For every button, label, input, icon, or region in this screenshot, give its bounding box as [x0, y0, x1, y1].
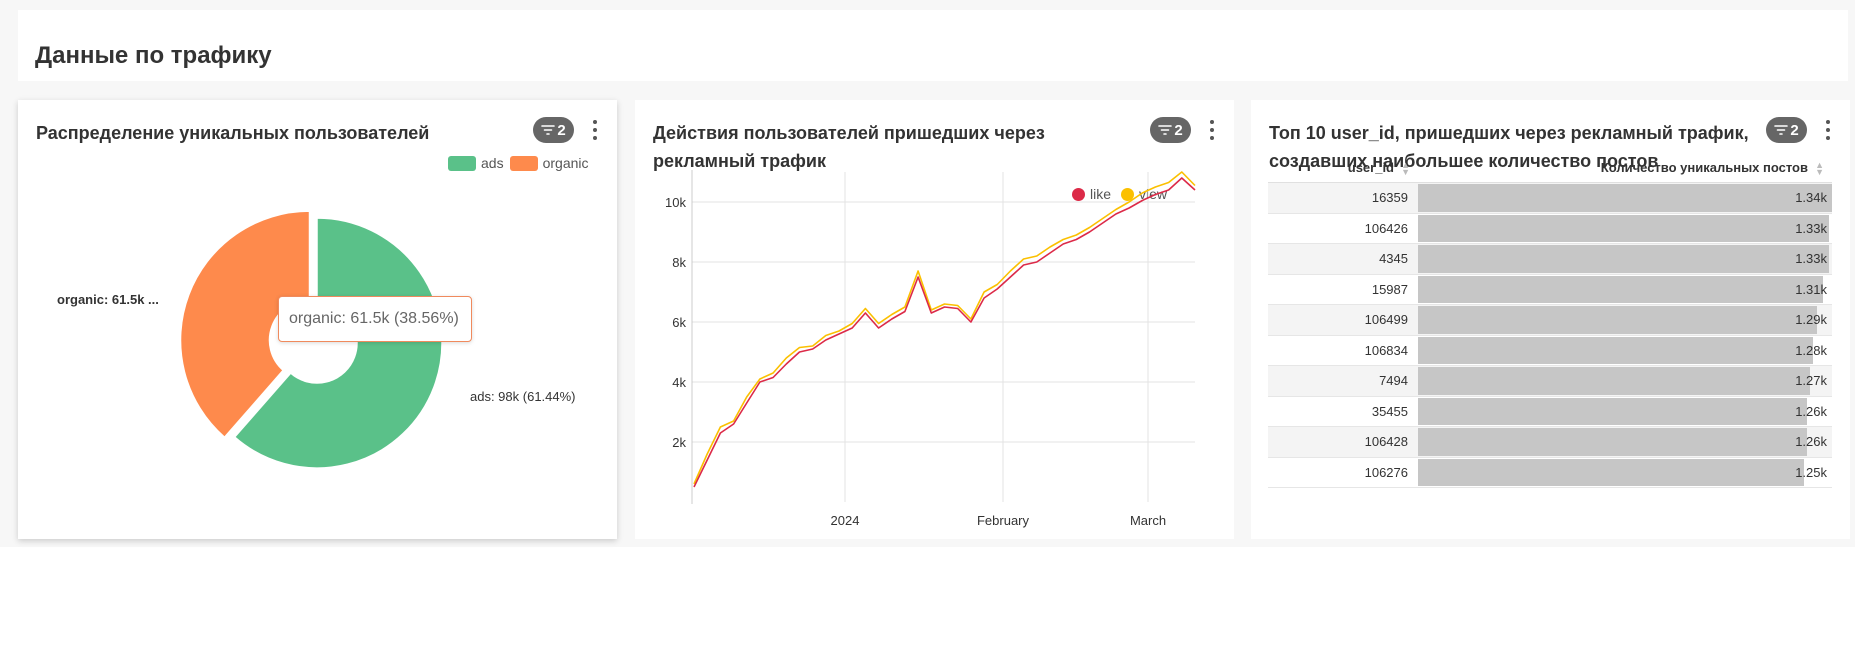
table-row[interactable]: 35455 1.26k	[1268, 397, 1832, 427]
x-tick-label: 2024	[831, 513, 860, 528]
sort-icon[interactable]: ▲ ▼	[1815, 161, 1824, 177]
cell-user-id: 106276	[1364, 464, 1408, 480]
y-tick-label: 6k	[672, 315, 686, 330]
posts-value: 1.26k	[1795, 403, 1827, 419]
table-row[interactable]: 15987 1.31k	[1268, 275, 1832, 305]
table-row[interactable]: 106834 1.28k	[1268, 336, 1832, 366]
posts-value: 1.31k	[1795, 281, 1827, 297]
cell-user-id: 106834	[1364, 342, 1408, 358]
posts-bar	[1418, 306, 1817, 334]
filter-badge[interactable]: 2	[1766, 117, 1807, 143]
column-header-posts[interactable]: Количество уникальных постов ▲ ▼	[1418, 160, 1832, 182]
cell-posts: 1.33k	[1418, 214, 1832, 244]
table-row[interactable]: 16359 1.34k	[1268, 183, 1832, 214]
cell-user-id: 15987	[1371, 281, 1408, 297]
cell-user-id: 35455	[1371, 403, 1408, 419]
cell-user-id: 7494	[1379, 373, 1408, 388]
table-row[interactable]: 106276 1.25k	[1268, 458, 1832, 488]
table-row[interactable]: 106428 1.26k	[1268, 427, 1832, 458]
cell-posts: 1.34k	[1418, 183, 1832, 213]
table-row[interactable]: 4345 1.33k	[1268, 244, 1832, 275]
cell-posts: 1.26k	[1418, 427, 1832, 457]
x-tick-label: March	[1130, 513, 1166, 528]
y-tick-label: 2k	[672, 435, 686, 450]
cell-user-id: 106428	[1364, 434, 1408, 449]
kebab-menu-icon[interactable]	[1823, 118, 1833, 142]
column-header-label: Количество уникальных постов	[1600, 160, 1808, 175]
cell-user-id: 16359	[1371, 190, 1408, 205]
table-row[interactable]: 106426 1.33k	[1268, 214, 1832, 244]
posts-value: 1.26k	[1795, 434, 1827, 449]
cell-posts: 1.25k	[1418, 458, 1832, 488]
posts-value: 1.33k	[1795, 251, 1827, 266]
posts-value: 1.25k	[1795, 464, 1827, 480]
posts-bar	[1418, 184, 1832, 212]
filter-count: 2	[1790, 121, 1799, 139]
series-line-like[interactable]	[693, 177, 1196, 488]
dashboard-header: Данные по трафику	[18, 10, 1848, 81]
x-tick-label: February	[977, 513, 1030, 528]
pie-chart-card: Распределение уникальных пользователей 2…	[18, 100, 617, 539]
posts-bar	[1418, 214, 1829, 242]
line-chart-card: Действия пользователей пришедших через р…	[635, 100, 1234, 539]
line-chart: 10k 8k 6k 4k 2k 2024 February March	[665, 170, 1196, 528]
posts-bar	[1418, 428, 1808, 456]
cell-user-id: 106426	[1364, 220, 1408, 236]
column-header-user-id[interactable]: user_id ▲ ▼	[1268, 160, 1418, 182]
posts-bar	[1418, 336, 1814, 364]
table-header: user_id ▲ ▼ Количество уникальных постов ▲ ▼	[1268, 160, 1832, 183]
pie-label-organic: organic: 61.5k ...	[57, 292, 159, 307]
table-chart-card: Топ 10 user_id, пришедших через рекламны…	[1251, 100, 1850, 539]
pie-label-ads: ads: 98k (61.44%)	[470, 389, 576, 404]
cell-user-id: 106499	[1364, 312, 1408, 327]
cell-user-id: 4345	[1379, 251, 1408, 266]
posts-value: 1.29k	[1795, 312, 1827, 327]
y-tick-label: 8k	[672, 255, 686, 270]
chart-tooltip: organic: 61.5k (38.56%)	[278, 296, 472, 342]
posts-bar	[1418, 458, 1805, 486]
posts-bar	[1418, 275, 1823, 303]
top-users-table: user_id ▲ ▼ Количество уникальных постов ▲ ▼…	[1268, 160, 1832, 488]
cell-posts: 1.31k	[1418, 275, 1832, 305]
table-row[interactable]: 106499 1.29k	[1268, 305, 1832, 336]
cell-posts: 1.26k	[1418, 397, 1832, 427]
column-header-label: user_id	[1347, 160, 1394, 175]
posts-bar	[1418, 397, 1808, 425]
posts-bar	[1418, 367, 1811, 395]
dashboard-title: Данные по трафику	[35, 42, 272, 69]
table-row[interactable]: 7494 1.27k	[1268, 366, 1832, 397]
cell-posts: 1.28k	[1418, 336, 1832, 366]
cell-posts: 1.27k	[1418, 366, 1832, 396]
filter-icon	[1774, 125, 1789, 135]
sort-icon[interactable]: ▲ ▼	[1401, 161, 1410, 177]
y-tick-label: 10k	[665, 195, 686, 210]
cell-posts: 1.29k	[1418, 305, 1832, 335]
cell-posts: 1.33k	[1418, 244, 1832, 274]
posts-bar	[1418, 245, 1829, 273]
posts-value: 1.27k	[1795, 373, 1827, 388]
series-line-view[interactable]	[693, 171, 1196, 485]
table-body: 16359 1.34k 106426 1.33k 4345 1.33k 15987 1.31k…	[1268, 183, 1832, 488]
posts-value: 1.33k	[1795, 220, 1827, 236]
y-tick-label: 4k	[672, 375, 686, 390]
posts-value: 1.28k	[1795, 342, 1827, 358]
posts-value: 1.34k	[1795, 190, 1827, 205]
